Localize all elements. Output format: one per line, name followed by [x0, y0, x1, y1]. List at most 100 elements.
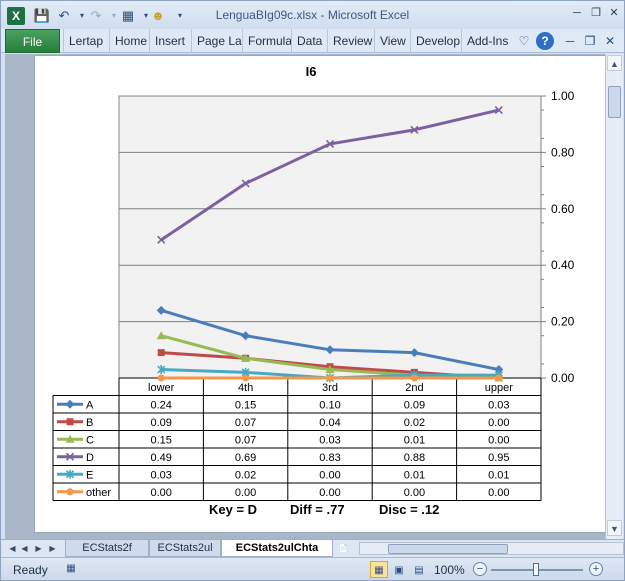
legend-label: other: [86, 487, 111, 499]
legend-label: D: [86, 452, 94, 464]
tab-developer[interactable]: Develop: [410, 29, 461, 53]
table-cell: 0.00: [319, 487, 340, 499]
page-break-view-icon[interactable]: ▤: [410, 561, 428, 578]
chart[interactable]: I6 0.00 0.20 0.40 0.60 0.80 1.00 lower 4th 3rd 2…: [31, 56, 591, 526]
category-label: lower: [148, 382, 175, 394]
disc-label: Disc = .12: [379, 502, 439, 517]
category-label: 2nd: [405, 382, 423, 394]
tab-insert[interactable]: Insert: [149, 29, 191, 53]
table-cell: 0.04: [319, 417, 340, 429]
legend-key: [57, 452, 83, 461]
table-cell: 0.00: [488, 417, 509, 429]
table-cell: 0.09: [150, 417, 171, 429]
key-label: Key = D: [209, 502, 257, 517]
zoom-level[interactable]: 100%: [434, 563, 465, 577]
legend-key: [57, 469, 83, 479]
ribbon-tab-row: File Lertap Home Insert Page La Formula …: [1, 29, 624, 53]
data-point[interactable]: [157, 374, 165, 382]
horizontal-scroll-thumb[interactable]: [388, 544, 508, 554]
table-cell: 0.01: [488, 470, 509, 482]
table-cell: 0.03: [488, 400, 509, 412]
tab-home[interactable]: Home: [109, 29, 149, 53]
restore-icon[interactable]: ❐: [587, 5, 605, 21]
legend-label: A: [86, 400, 94, 412]
legend-key: [57, 434, 83, 443]
table-cell: 0.00: [488, 487, 509, 499]
data-point[interactable]: [157, 349, 165, 357]
insert-sheet-icon[interactable]: 📄: [335, 542, 351, 555]
tab-formulas[interactable]: Formula: [242, 29, 291, 53]
legend-label: B: [86, 417, 93, 429]
scroll-up-icon[interactable]: ▲: [607, 55, 622, 71]
diff-label: Diff = .77: [290, 502, 345, 517]
table-cell: 0.95: [488, 452, 509, 464]
scroll-down-icon[interactable]: ▼: [607, 520, 622, 536]
table-cell: 0.24: [150, 400, 171, 412]
tab-page-layout[interactable]: Page La: [191, 29, 242, 53]
table-cell: 0.01: [404, 435, 425, 447]
legend-key: [57, 488, 83, 496]
data-point[interactable]: [410, 374, 418, 382]
sheet-tab-ecstats2ulchta[interactable]: ECStats2ulChta: [221, 540, 333, 557]
table-cell: 0.07: [235, 435, 256, 447]
category-label: 3rd: [322, 382, 338, 394]
minimize-ribbon-icon[interactable]: ♡: [515, 32, 533, 50]
excel-window: X 💾 ↶ ▾ ↷ ▾ ▦ ▾ ☻ ▾ LenguaBIg09c.xlsx - …: [0, 0, 625, 581]
sheet-tab-ecstats2f[interactable]: ECStats2f: [65, 540, 149, 557]
zoom-slider-thumb[interactable]: [533, 563, 539, 576]
sheet-tab-ecstats2ul[interactable]: ECStats2ul: [149, 540, 221, 557]
status-bar: Ready ▦ ▦ ▣ ▤ 100% − +: [1, 557, 624, 580]
vertical-scroll-thumb[interactable]: [608, 86, 621, 118]
legend-key: [57, 418, 83, 426]
chart-title: I6: [306, 64, 317, 79]
y-tick-label: 0.40: [551, 258, 575, 272]
minimize-icon[interactable]: ─: [568, 5, 586, 21]
data-point[interactable]: [65, 399, 75, 409]
workbook-close-icon[interactable]: ✕: [601, 32, 619, 50]
data-point[interactable]: [66, 418, 74, 426]
tab-data[interactable]: Data: [291, 29, 327, 53]
file-tab[interactable]: File: [5, 29, 60, 53]
zoom-in-icon[interactable]: +: [589, 562, 603, 576]
table-cell: 0.00: [150, 487, 171, 499]
data-point[interactable]: [242, 374, 250, 382]
first-sheet-icon[interactable]: ◀: [7, 542, 18, 555]
table-cell: 0.01: [404, 470, 425, 482]
chart-footer: Key = D Diff = .77 Disc = .12: [209, 502, 439, 517]
macro-record-icon[interactable]: ▦: [63, 561, 79, 577]
data-point[interactable]: [495, 374, 503, 382]
table-cell: 0.02: [235, 470, 256, 482]
last-sheet-icon[interactable]: ▶: [47, 542, 58, 555]
tab-view[interactable]: View: [374, 29, 410, 53]
prev-sheet-icon[interactable]: ◀: [19, 542, 30, 555]
table-cell: 0.69: [235, 452, 256, 464]
title-bar: X 💾 ↶ ▾ ↷ ▾ ▦ ▾ ☻ ▾ LenguaBIg09c.xlsx - …: [1, 1, 624, 31]
help-icon[interactable]: ?: [536, 32, 554, 50]
legend-label: E: [86, 470, 93, 482]
y-tick-label: 1.00: [551, 89, 575, 103]
vertical-scrollbar[interactable]: ▲ ▼: [605, 54, 623, 539]
category-label: upper: [485, 382, 513, 394]
table-cell: 0.00: [235, 487, 256, 499]
zoom-out-icon[interactable]: −: [473, 562, 487, 576]
page-layout-view-icon[interactable]: ▣: [390, 561, 408, 578]
y-tick-label: 0.80: [551, 145, 575, 159]
workbook-minimize-icon[interactable]: ─: [561, 32, 579, 50]
data-point[interactable]: [326, 374, 334, 382]
tab-add-ins[interactable]: Add-Ins: [461, 29, 511, 53]
table-cell: 0.15: [150, 435, 171, 447]
table-cell: 0.09: [404, 400, 425, 412]
close-icon[interactable]: ✕: [605, 5, 623, 21]
plot-area[interactable]: [118, 95, 542, 379]
normal-view-icon[interactable]: ▦: [370, 561, 388, 578]
workbook-restore-icon[interactable]: ❐: [581, 32, 599, 50]
table-cell: 0.83: [319, 452, 340, 464]
tab-lertap[interactable]: Lertap: [63, 29, 109, 53]
data-point[interactable]: [66, 488, 74, 496]
horizontal-scrollbar[interactable]: [359, 542, 624, 555]
tab-review[interactable]: Review: [327, 29, 374, 53]
table-cell: 0.00: [319, 470, 340, 482]
table-cell: 0.07: [235, 417, 256, 429]
category-label: 4th: [238, 382, 253, 394]
next-sheet-icon[interactable]: ▶: [33, 542, 44, 555]
